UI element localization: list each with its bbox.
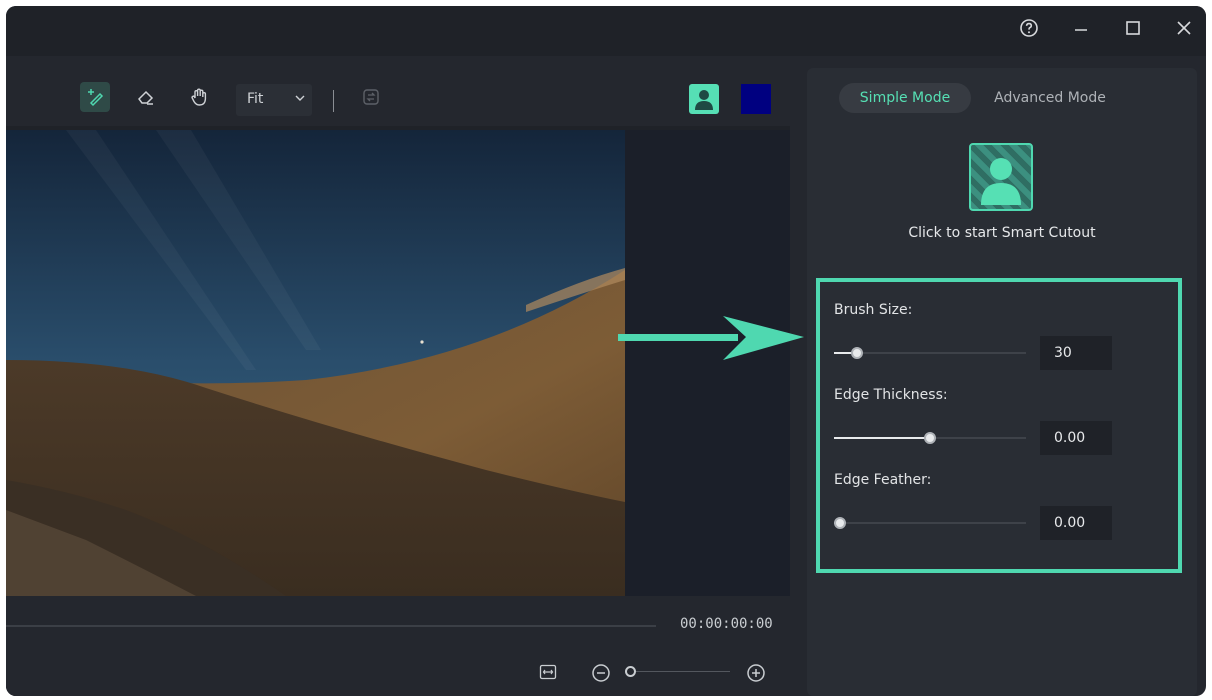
highlight-box xyxy=(816,278,1182,573)
person-cutout-icon[interactable] xyxy=(689,84,719,114)
edge-feather-slider[interactable] xyxy=(833,517,1026,529)
edge-thickness-slider-thumb[interactable] xyxy=(924,432,936,444)
brush-size-label: Brush Size: xyxy=(834,302,913,318)
compare-icon[interactable] xyxy=(356,82,386,112)
timeline-progress[interactable] xyxy=(6,625,656,627)
smart-brush-icon[interactable] xyxy=(80,82,110,112)
edge-thickness-label: Edge Thickness: xyxy=(834,387,948,403)
edge-thickness-value[interactable]: 0.00 xyxy=(1040,421,1112,455)
zoom-fit-select[interactable]: Fit xyxy=(236,84,312,116)
fit-width-icon[interactable] xyxy=(538,662,558,682)
title-bar xyxy=(6,6,1206,56)
playback-controls: 00:00:00:00 xyxy=(6,596,790,696)
brush-size-value[interactable]: 30 xyxy=(1040,336,1112,370)
zoom-fit-value: Fit xyxy=(247,91,264,107)
brush-size-slider-thumb[interactable] xyxy=(851,347,864,359)
eraser-icon[interactable] xyxy=(131,82,161,112)
chevron-down-icon xyxy=(294,92,306,108)
brush-size-slider[interactable] xyxy=(834,347,1026,359)
smart-cutout-prompt[interactable]: Click to start Smart Cutout xyxy=(807,225,1197,241)
minimize-icon[interactable] xyxy=(1068,18,1094,44)
edge-feather-label: Edge Feather: xyxy=(834,472,932,488)
desert-dunes-frame xyxy=(6,130,625,596)
help-circle-icon[interactable] xyxy=(1016,18,1042,44)
zoom-out-icon[interactable] xyxy=(590,662,612,684)
zoom-in-icon[interactable] xyxy=(745,662,767,684)
smart-cutout-icon[interactable] xyxy=(969,143,1033,211)
edge-feather-value[interactable]: 0.00 xyxy=(1040,506,1112,540)
tab-advanced-mode[interactable]: Advanced Mode xyxy=(987,83,1113,113)
preview-area: Fit 00:00:00:00 xyxy=(6,68,790,696)
toolbar-divider xyxy=(333,90,334,112)
edge-thickness-slider[interactable] xyxy=(834,432,1026,444)
hand-icon[interactable] xyxy=(184,82,214,112)
zoom-slider-thumb[interactable] xyxy=(625,666,636,677)
zoom-slider-track[interactable] xyxy=(630,671,730,672)
cutout-toolbar: Fit xyxy=(6,68,790,126)
maximize-icon[interactable] xyxy=(1120,18,1146,44)
video-preview xyxy=(6,130,625,596)
tab-simple-mode[interactable]: Simple Mode xyxy=(839,83,971,113)
app-window: Fit 00:00:00:00 Simple Mode Advanced Mod… xyxy=(6,6,1206,696)
smart-cutout-panel: Simple Mode Advanced Mode Click to start… xyxy=(807,68,1197,696)
background-color-swatch[interactable] xyxy=(741,84,771,114)
edge-thickness-slider-fill xyxy=(834,437,930,439)
callout-arrow-icon xyxy=(618,316,804,360)
close-icon[interactable] xyxy=(1171,18,1197,44)
edge-feather-slider-thumb[interactable] xyxy=(833,517,846,529)
timecode: 00:00:00:00 xyxy=(680,616,773,632)
